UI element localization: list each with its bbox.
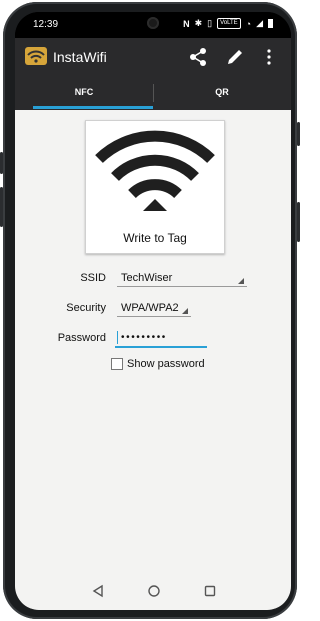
nfc-icon: N: [183, 18, 190, 29]
status-bar: 12:39 N ✱ ▯ VoLTE ◔ ◢: [15, 12, 291, 38]
back-icon[interactable]: [91, 584, 105, 598]
password-label: Password: [57, 332, 106, 344]
security-dropdown-arrow-icon: [182, 308, 188, 314]
bluetooth-icon: ✱: [194, 18, 203, 28]
share-icon[interactable]: [187, 47, 209, 67]
phone-frame: 12:39 N ✱ ▯ VoLTE ◔ ◢ InstaWifi NFC QR W…: [0, 2, 300, 619]
tab-qr[interactable]: QR: [153, 76, 291, 110]
battery-icon: [268, 19, 273, 28]
ssid-underline: [117, 286, 247, 287]
edit-pencil-icon[interactable]: [225, 47, 245, 67]
wifi-icon: [95, 130, 215, 211]
ssid-dropdown-arrow-icon: [238, 278, 244, 284]
write-to-tag-button[interactable]: Write to Tag: [85, 120, 225, 254]
app-bar: InstaWifi: [15, 38, 291, 76]
write-to-tag-label: Write to Tag: [123, 231, 187, 245]
screen: 12:39 N ✱ ▯ VoLTE ◔ ◢ InstaWifi NFC QR W…: [15, 12, 291, 610]
ssid-value: TechWiser: [121, 272, 173, 284]
password-underline: [115, 346, 207, 348]
security-value: WPA/WPA2: [121, 302, 179, 314]
alert-slider: [297, 122, 300, 146]
vibrate-icon: ▯: [207, 18, 213, 28]
password-value: •••••••••: [121, 332, 167, 343]
app-logo-icon: [25, 47, 47, 65]
app-title: InstaWifi: [53, 49, 107, 65]
show-password-label[interactable]: Show password: [127, 358, 205, 370]
overflow-menu-icon[interactable]: [265, 48, 273, 66]
tab-bar: NFC QR: [15, 76, 291, 110]
text-cursor: [117, 331, 118, 344]
tab-indicator: [33, 106, 153, 109]
show-password-checkbox[interactable]: [111, 358, 123, 370]
power-button: [297, 202, 300, 242]
volte-badge: VoLTE: [217, 18, 241, 29]
status-time: 12:39: [33, 19, 59, 30]
front-camera: [147, 17, 159, 29]
volume-up-button: [0, 152, 3, 174]
tab-nfc[interactable]: NFC: [15, 76, 153, 110]
status-icons: N ✱ ▯ VoLTE ◔ ◢: [183, 18, 273, 29]
main-content: Write to Tag SSID TechWiser Security WPA…: [15, 110, 291, 572]
home-icon[interactable]: [147, 584, 161, 598]
recents-icon[interactable]: [203, 584, 217, 598]
system-nav-bar: [15, 572, 291, 610]
ssid-label: SSID: [80, 272, 106, 284]
security-underline: [117, 316, 191, 317]
volume-down-button: [0, 187, 3, 227]
signal-icon: ◢: [256, 18, 263, 28]
security-label: Security: [66, 302, 106, 314]
wifi-status-icon: ◔: [245, 18, 252, 29]
